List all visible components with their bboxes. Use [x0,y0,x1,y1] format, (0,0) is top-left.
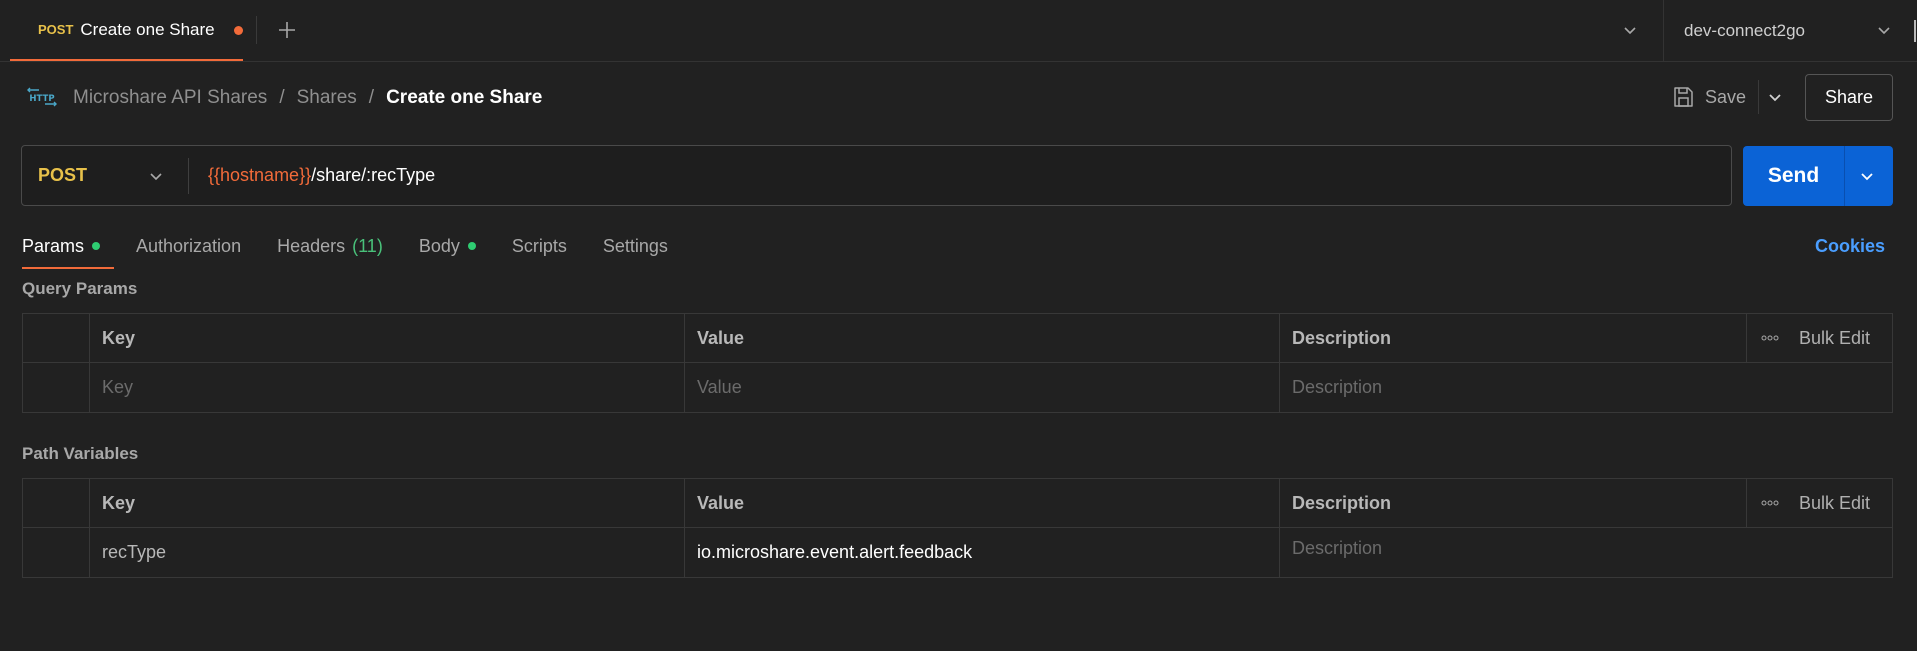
tab-params[interactable]: Params [22,228,115,269]
method-label: POST [38,165,88,185]
tab-method: POST [38,22,74,37]
table-row: recType io.microshare.event.alert.feedba… [23,528,1892,577]
save-icon[interactable] [1671,85,1695,109]
tab-label: Scripts [511,235,567,256]
more-icon[interactable] [1761,335,1779,341]
value-column-header: Value [685,479,1280,527]
url-variable: {{hostname}} [208,165,312,185]
indicator-dot [92,242,101,250]
row-checkbox-cell [23,363,90,412]
send-button[interactable]: Send [1743,146,1844,206]
description-column-header: Description [1292,327,1392,348]
env-divider [1663,0,1664,61]
request-tab[interactable]: POST Create one Share [10,0,243,61]
unsaved-indicator [234,26,243,35]
page-title[interactable]: Create one Share [386,87,542,109]
tab-bar: POST Create one Share dev-connect2go [0,0,1917,62]
plus-icon[interactable] [275,18,299,42]
path-variables-title: Path Variables [22,444,139,463]
key-column-header: Key [90,479,685,527]
url-path: /share/:recType [311,165,436,185]
path-variables-table: Key Value Description Bulk Edit recType … [22,478,1893,578]
indicator-dot [467,242,476,250]
tab-body[interactable]: Body [419,228,476,264]
tab-label: Params [22,235,85,256]
breadcrumb-separator: / [368,87,375,108]
table-header-row: Key Value Description Bulk Edit [23,314,1892,363]
save-button[interactable]: Save [1705,85,1746,109]
tab-label: Headers [277,235,346,256]
query-params-title: Query Params [22,279,138,298]
breadcrumb-folder[interactable]: Shares [297,87,357,109]
svg-text:HTTP: HTTP [29,94,54,104]
chevron-down-icon[interactable] [146,166,166,186]
url-input[interactable]: {{hostname}} /share/:recType [208,146,435,205]
description-column-header: Description [1292,492,1392,513]
url-bar: POST {{hostname}} /share/:recType [21,145,1732,206]
chevron-down-icon[interactable] [1857,166,1877,186]
path-variable-value-input[interactable]: io.microshare.event.alert.feedback [685,528,1280,577]
cookies-link[interactable]: Cookies [1815,228,1885,264]
send-button-group: Send [1743,146,1893,206]
key-input[interactable]: Key [90,363,685,412]
table-header-row: Key Value Description Bulk Edit [23,479,1892,528]
send-divider [1844,146,1845,206]
breadcrumb: Microshare API Shares / Shares / Create … [73,84,542,112]
bulk-edit-group: Bulk Edit [1746,314,1892,362]
value-input[interactable]: Value [685,363,1280,412]
chevron-down-icon[interactable] [1765,87,1785,107]
http-icon: HTTP [27,87,57,107]
breadcrumb-collection[interactable]: Microshare API Shares [73,87,267,109]
bulk-edit-button[interactable]: Bulk Edit [1799,328,1870,349]
tab-label: Body [418,235,460,256]
tab-label: Settings [602,235,668,256]
tab-label: Authorization [136,235,242,256]
tab-scripts[interactable]: Scripts [512,228,567,264]
description-input[interactable]: Description [1280,363,1892,412]
description-input[interactable]: Description [1280,528,1892,577]
tab-divider [256,16,257,44]
key-column-header: Key [90,314,685,362]
query-params-table: Key Value Description Bulk Edit Key Valu… [22,313,1893,413]
request-tabs: Params Authorization Headers (11) Body S… [22,228,704,269]
environment-selector[interactable]: dev-connect2go [1684,0,1805,61]
url-divider [188,158,189,194]
tab-authorization[interactable]: Authorization [136,228,241,264]
bulk-edit-button[interactable]: Bulk Edit [1799,493,1870,514]
path-variable-key: recType [90,528,685,577]
breadcrumb-separator: / [279,87,285,108]
row-checkbox-cell [23,528,90,577]
tab-headers[interactable]: Headers (11) [277,228,383,264]
chevron-down-icon[interactable] [1620,20,1640,40]
tab-settings[interactable]: Settings [603,228,668,264]
headers-count: (11) [352,235,383,256]
tab-title: Create one Share [80,19,215,39]
table-row: Key Value Description [23,363,1892,412]
bulk-edit-group: Bulk Edit [1746,479,1892,527]
checkbox-column-header [23,479,90,527]
window-edge [1914,20,1916,42]
share-button[interactable]: Share [1805,74,1893,121]
value-column-header: Value [685,314,1280,362]
more-icon[interactable] [1761,500,1779,506]
checkbox-column-header [23,314,90,362]
save-split-divider [1758,80,1759,114]
chevron-down-icon[interactable] [1874,20,1894,40]
